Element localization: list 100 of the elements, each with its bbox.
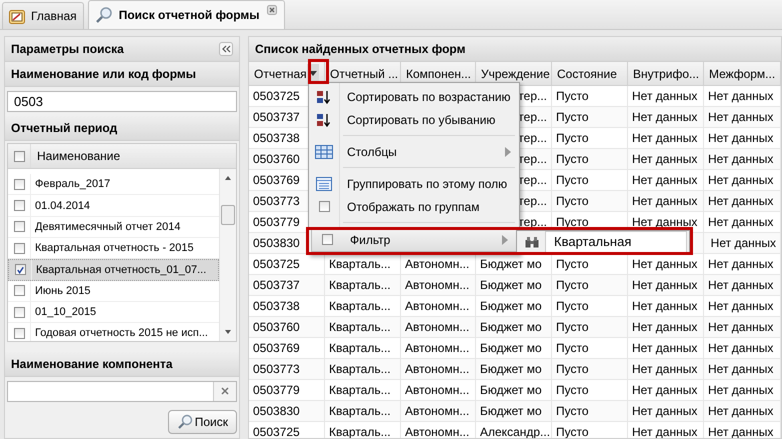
group-icon: [316, 176, 332, 190]
filter-field[interactable]: Квартальная: [545, 230, 687, 252]
table-cell: Пусто: [552, 359, 628, 380]
table-cell: Нет данных: [704, 380, 781, 401]
checkbox[interactable]: [14, 285, 24, 296]
column-header[interactable]: Межформ...: [704, 62, 781, 86]
table-cell: Нет данных: [628, 170, 704, 191]
checkbox[interactable]: [14, 264, 26, 276]
table-cell: Нет данных: [704, 338, 781, 359]
checkbox[interactable]: [318, 201, 330, 212]
section-title: Наименование или код формы: [11, 67, 196, 81]
table-cell: Нет данных: [704, 128, 781, 149]
table-cell: Нет данных: [704, 107, 781, 128]
table-cell: Пусто: [552, 254, 628, 275]
table-cell: Автономн...: [401, 380, 476, 401]
sort-icon: [316, 88, 332, 104]
table-cell: Кварталь...: [325, 296, 401, 317]
table-cell: Нет данных: [704, 254, 781, 275]
table-cell: 0503773: [249, 359, 325, 380]
column-header[interactable]: Внутрифо...: [628, 62, 704, 86]
table-cell: Нет данных: [704, 149, 781, 170]
submenu-arrow-icon: [505, 146, 511, 156]
table-cell: Нет данных: [628, 191, 704, 212]
period-row[interactable]: Квартальная отчетность_01_07...: [8, 259, 219, 281]
column-header[interactable]: Учреждение: [476, 62, 552, 86]
table-cell: Нет данных: [704, 191, 781, 212]
table-cell: Нет данных: [628, 380, 704, 401]
form-code-field[interactable]: 0503: [7, 91, 237, 112]
table-cell: Нет данных: [704, 233, 781, 254]
scroll-down-icon[interactable]: [224, 329, 232, 336]
table-cell: Автономн...: [401, 275, 476, 296]
table-cell: Автономн...: [401, 359, 476, 380]
table-cell: Пусто: [552, 317, 628, 338]
table-cell: Пусто: [552, 275, 628, 296]
checkbox[interactable]: [14, 178, 24, 190]
scroll-up-icon[interactable]: [224, 175, 232, 182]
table-cell: Кварталь...: [325, 359, 401, 380]
collapse-icon: [222, 45, 230, 53]
table-cell: Бюджет мо: [476, 338, 552, 359]
scrollbar-thumb[interactable]: [221, 205, 235, 226]
search-icon: [176, 414, 193, 430]
submenu-arrow-icon: [502, 234, 508, 244]
caret-icon: [308, 71, 317, 76]
table-cell: Нет данных: [704, 317, 781, 338]
table-cell: Кварталь...: [325, 254, 401, 275]
table-cell: Автономн...: [401, 254, 476, 275]
table-cell: Нет данных: [704, 170, 781, 191]
close-icon[interactable]: [266, 4, 278, 16]
tab[interactable]: Поиск отчетной формы: [88, 0, 285, 29]
table-cell: Кварталь...: [325, 275, 401, 296]
table-cell: Нет данных: [628, 296, 704, 317]
table-cell: Пусто: [552, 296, 628, 317]
search-button[interactable]: Поиск: [168, 410, 237, 434]
table-cell: Бюджет мо: [476, 359, 552, 380]
clear-icon[interactable]: [221, 387, 229, 396]
columns-icon: [315, 144, 333, 158]
collapse-button[interactable]: [219, 42, 233, 56]
column-header[interactable]: Отчетная: [249, 62, 325, 86]
table-cell: Пусто: [552, 380, 628, 401]
table-cell: Бюджет мо: [476, 275, 552, 296]
table-cell: Нет данных: [628, 338, 704, 359]
table-cell: Нет данных: [628, 107, 704, 128]
checkbox[interactable]: [14, 221, 24, 232]
checkbox[interactable]: [14, 242, 24, 254]
table-cell: Нет данных: [704, 212, 781, 233]
checkbox[interactable]: [14, 200, 24, 212]
table-cell: 0503760: [249, 317, 325, 338]
checkbox[interactable]: [14, 306, 24, 318]
binoculars-icon: [525, 236, 539, 248]
table-cell: Нет данных: [704, 296, 781, 317]
table-cell: Кварталь...: [325, 338, 401, 359]
table-cell: 0503830: [249, 401, 325, 422]
period-name: Квартальная отчетность_01_07...: [31, 260, 218, 280]
table-cell: Нет данных: [628, 128, 704, 149]
highlight-frame: [308, 59, 329, 84]
table-cell: Пусто: [552, 107, 628, 128]
checkbox[interactable]: [14, 150, 24, 162]
table-cell: Бюджет мо: [476, 254, 552, 275]
scrollbar[interactable]: [219, 169, 236, 342]
checkbox[interactable]: [322, 234, 332, 245]
column-header[interactable]: Состояние: [552, 62, 628, 86]
section-title: Отчетный период: [11, 121, 118, 136]
table-cell: 0503769: [249, 338, 325, 359]
table-cell: Бюджет мо: [476, 380, 552, 401]
table-cell: Нет данных: [628, 359, 704, 380]
table-cell: Пусто: [552, 86, 628, 107]
search-icon: [94, 6, 113, 24]
table-cell: 0503738: [249, 296, 325, 317]
table-cell: Автономн...: [401, 317, 476, 338]
table-cell: Кварталь...: [325, 380, 401, 401]
panel-title: Список найденных отчетных форм: [255, 42, 466, 56]
table-cell: Нет данных: [704, 401, 781, 422]
table-cell: Пусто: [552, 170, 628, 191]
checkbox[interactable]: [14, 328, 24, 339]
table-cell: Бюджет мо: [476, 296, 552, 317]
component-field[interactable]: [7, 380, 237, 402]
table-cell: Автономн...: [401, 401, 476, 422]
tab[interactable]: Главная: [2, 2, 84, 29]
table-cell: 0503737: [249, 275, 325, 296]
table-cell: 0503779: [249, 380, 325, 401]
